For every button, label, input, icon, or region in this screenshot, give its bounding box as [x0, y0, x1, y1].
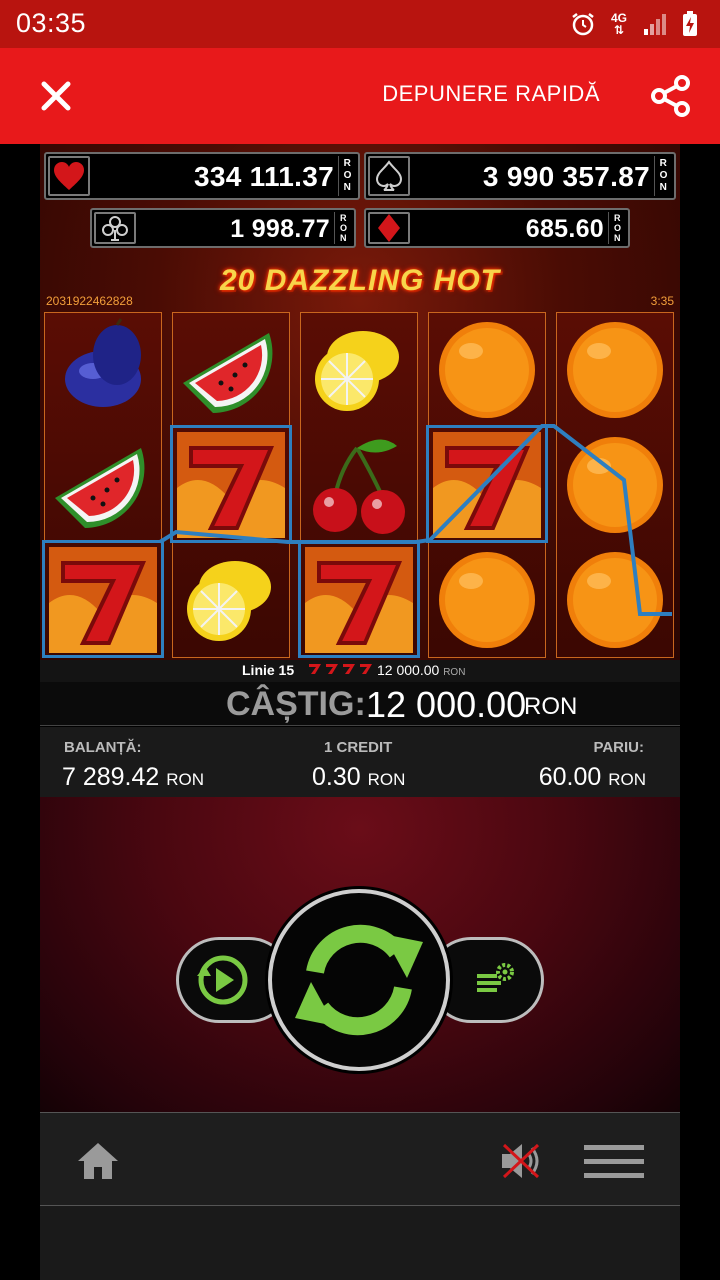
lemon-symbol — [301, 313, 417, 427]
jackpot-diamonds: 685.60 RON — [364, 208, 630, 248]
win-line-symbols — [308, 663, 373, 675]
home-button[interactable] — [76, 1139, 120, 1183]
lemon-icon — [187, 561, 271, 641]
orange-symbol — [429, 313, 545, 427]
status-icons: 4G ⇅ — [570, 10, 706, 38]
orange-icon — [567, 322, 663, 418]
bottom-spacer — [40, 1206, 680, 1280]
watermelon-icon — [55, 448, 145, 528]
bet-value: 60.00 RON — [538, 763, 646, 791]
win-bar: CÂȘTIG: 12 000.00 RON — [40, 682, 680, 726]
stats-bar: BALANȚĂ: 7 289.42 RON 1 CREDIT 0.30 RON … — [40, 727, 680, 797]
spade-icon — [368, 156, 410, 196]
orange-symbol — [429, 543, 545, 657]
balance-value: 7 289.42 RON — [62, 763, 205, 791]
win-line-amount: 12 000.00 RON — [377, 662, 466, 678]
club-icon — [94, 212, 136, 244]
game-title: 20 DAZZLING HOT — [219, 264, 500, 297]
game-container: 334 111.37 RON 3 990 357.87 RON 1 998.77… — [40, 144, 680, 1280]
sound-toggle-button[interactable] — [498, 1139, 546, 1183]
game-time: 3:35 — [650, 294, 674, 308]
menu-button[interactable] — [584, 1143, 644, 1179]
winning-symbol-frame — [298, 540, 420, 658]
reel-5 — [556, 312, 674, 658]
orange-symbol — [557, 428, 673, 542]
lemon-icon — [315, 331, 399, 411]
game-board: 334 111.37 RON 3 990 357.87 RON 1 998.77… — [40, 144, 680, 662]
watermelon-symbol — [173, 313, 289, 427]
orange-icon — [439, 322, 535, 418]
battery-charging-icon — [680, 11, 706, 37]
watermelon-symbol — [45, 428, 161, 542]
win-line-label: Linie 15 — [242, 662, 295, 678]
spin-button[interactable] — [268, 889, 450, 1071]
cherry-symbol — [301, 428, 417, 542]
game-id: 2031922462828 — [46, 294, 133, 308]
jackpot-currency: RON — [654, 156, 672, 196]
orange-symbol — [557, 543, 673, 657]
orange-icon — [567, 437, 663, 533]
orange-icon — [439, 552, 535, 648]
win-amount: 12 000.00 — [366, 684, 527, 725]
diamond-icon — [368, 212, 410, 244]
jackpot-clubs: 1 998.77 RON — [90, 208, 356, 248]
status-time: 03:35 — [16, 8, 87, 38]
orange-symbol — [557, 313, 673, 427]
win-line-info: Linie 15 12 000.00 RON — [40, 660, 680, 682]
win-currency: RON — [524, 693, 578, 720]
sound-muted-icon — [502, 1143, 540, 1179]
hamburger-menu-icon — [584, 1145, 644, 1178]
winning-symbol-frame — [42, 540, 164, 658]
close-button[interactable] — [36, 76, 76, 116]
orange-icon — [567, 552, 663, 648]
signal-icon — [642, 11, 668, 37]
bet-label: PARIU: — [593, 739, 644, 756]
plum-icon — [65, 318, 141, 407]
lemon-symbol — [173, 543, 289, 657]
credit-value: 0.30 RON — [312, 763, 406, 791]
jackpot-hearts: 334 111.37 RON — [44, 152, 360, 200]
share-button[interactable] — [650, 74, 692, 118]
watermelon-icon — [183, 333, 273, 413]
credit-label: 1 CREDIT — [324, 739, 393, 756]
jackpot-currency: RON — [608, 212, 626, 244]
seven-mini-icon — [309, 664, 321, 674]
seven-mini-icon — [360, 664, 372, 674]
close-icon — [41, 81, 71, 111]
status-bar: 03:35 4G ⇅ — [0, 0, 720, 48]
cherry-icon — [313, 439, 405, 534]
controls-area — [40, 797, 680, 1112]
plum-symbol — [45, 313, 161, 427]
reels-area — [42, 312, 676, 658]
jackpot-currency: RON — [334, 212, 352, 244]
share-icon — [651, 75, 690, 117]
quick-deposit-link[interactable]: DEPUNERE RAPIDĂ — [382, 81, 600, 107]
winning-symbol-frame — [426, 425, 548, 543]
jackpot-currency: RON — [338, 156, 356, 196]
win-label: CÂȘTIG: — [226, 685, 366, 723]
bottom-nav — [40, 1112, 680, 1206]
top-bar: DEPUNERE RAPIDĂ — [0, 48, 720, 144]
seven-mini-icon — [343, 664, 355, 674]
alarm-icon — [570, 11, 596, 37]
winning-symbol-frame — [170, 425, 292, 543]
jackpot-spades: 3 990 357.87 RON — [364, 152, 676, 200]
home-icon — [78, 1143, 118, 1179]
balance-label: BALANȚĂ: — [64, 739, 142, 756]
heart-icon — [48, 156, 90, 196]
network-type: 4G ⇅ — [610, 11, 627, 37]
seven-mini-icon — [326, 664, 338, 674]
spin-icon — [295, 924, 423, 1036]
